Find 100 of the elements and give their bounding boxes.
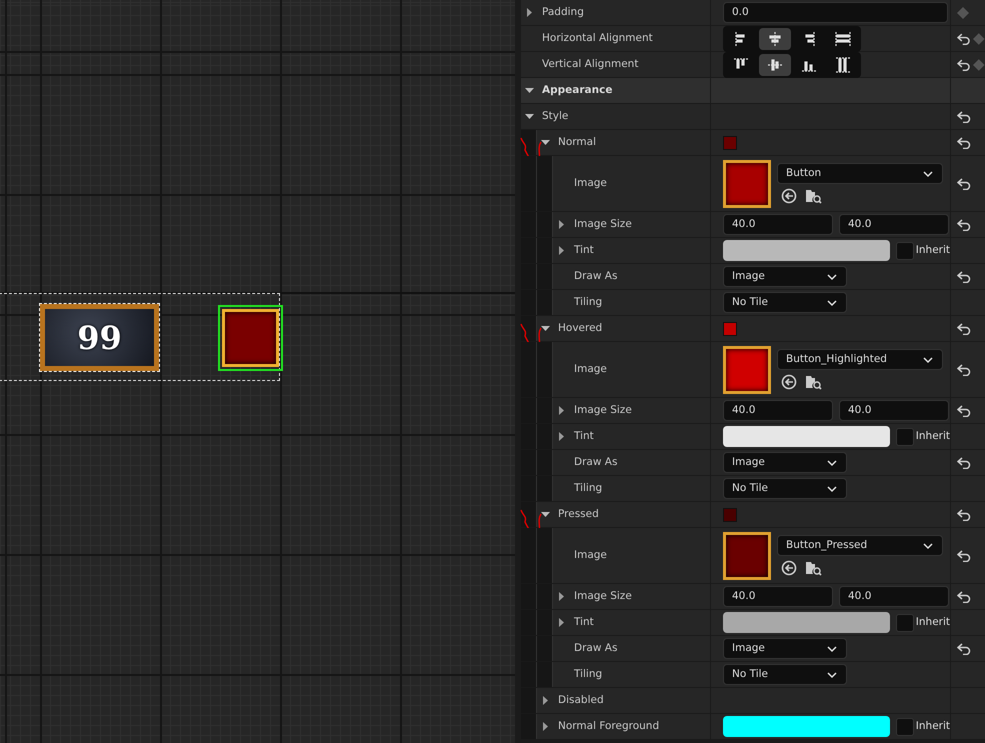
alignment-icon xyxy=(835,57,851,73)
padding-field[interactable]: 0.0 xyxy=(723,2,948,23)
property-label: Image Size xyxy=(573,588,632,604)
collapse-arrow-icon[interactable] xyxy=(540,138,550,147)
alignment-option-button[interactable] xyxy=(759,28,791,50)
collapse-arrow-icon[interactable] xyxy=(524,86,534,95)
inherit-checkbox[interactable] xyxy=(896,614,914,632)
value-dropdown[interactable]: Image xyxy=(723,452,847,473)
browse-folder-icon[interactable] xyxy=(805,560,822,576)
browse-folder-icon[interactable] xyxy=(805,188,822,204)
value-dropdown[interactable]: No Tile xyxy=(723,292,847,313)
color-bar[interactable] xyxy=(723,240,890,261)
asset-dropdown[interactable]: Button_Pressed xyxy=(777,535,943,556)
asset-dropdown[interactable]: Button xyxy=(777,163,943,184)
value-dropdown[interactable]: Image xyxy=(723,266,847,287)
property-label: Padding xyxy=(541,4,584,20)
reset-arrow-icon[interactable] xyxy=(957,508,971,520)
use-selected-icon[interactable] xyxy=(781,374,797,390)
chevron-down-icon xyxy=(826,272,838,282)
chevron-down-icon xyxy=(826,670,838,680)
property-label: Draw As xyxy=(573,268,618,284)
property-label: Tint xyxy=(573,242,594,258)
property-label: Image xyxy=(573,176,607,191)
property-label: Normal Foreground xyxy=(557,718,660,734)
alignment-icon xyxy=(767,57,783,73)
expand-arrow-icon[interactable] xyxy=(540,722,550,731)
number-field[interactable]: 40.0 xyxy=(723,400,833,421)
expand-arrow-icon[interactable] xyxy=(540,696,550,705)
number-field[interactable]: 40.0 xyxy=(839,214,949,235)
reset-arrow-icon[interactable] xyxy=(957,364,971,376)
chevron-down-icon xyxy=(826,458,838,468)
property-label: Style xyxy=(541,108,568,124)
expand-arrow-icon[interactable] xyxy=(556,592,566,601)
inherit-checkbox[interactable] xyxy=(896,718,914,736)
use-selected-icon[interactable] xyxy=(781,560,797,576)
category-header: Appearance xyxy=(541,82,612,98)
property-label: Vertical Alignment xyxy=(541,57,638,72)
collapse-arrow-icon[interactable] xyxy=(540,510,550,519)
chevron-down-icon xyxy=(922,354,934,364)
number-field[interactable]: 40.0 xyxy=(723,586,833,607)
reset-arrow-icon[interactable] xyxy=(957,178,971,190)
asset-dropdown[interactable]: Button_Highlighted xyxy=(777,349,943,370)
expand-arrow-icon[interactable] xyxy=(556,406,566,415)
number-field[interactable]: 40.0 xyxy=(839,586,949,607)
reset-arrow-icon[interactable] xyxy=(957,110,971,122)
value-dropdown[interactable]: No Tile xyxy=(723,664,847,685)
reset-arrow-icon[interactable] xyxy=(957,590,971,602)
expand-arrow-icon[interactable] xyxy=(556,246,566,255)
reset-arrow-icon[interactable] xyxy=(957,136,971,148)
expand-arrow-icon[interactable] xyxy=(524,8,534,17)
expand-arrow-icon[interactable] xyxy=(556,220,566,229)
number-field[interactable]: 40.0 xyxy=(723,214,833,235)
reset-arrow-icon[interactable] xyxy=(957,404,971,416)
inherit-checkbox[interactable] xyxy=(896,242,914,260)
chevron-down-icon xyxy=(922,540,934,550)
number-text-widget: 99 xyxy=(40,304,159,371)
property-label: Disabled xyxy=(557,692,604,708)
property-label: Hovered xyxy=(557,320,602,336)
color-bar[interactable] xyxy=(723,612,890,633)
value-dropdown[interactable]: No Tile xyxy=(723,478,847,499)
reset-arrow-icon[interactable] xyxy=(957,270,971,282)
property-label: Tiling xyxy=(573,666,602,682)
chevron-down-icon xyxy=(826,644,838,654)
expand-arrow-icon[interactable] xyxy=(556,432,566,441)
reset-arrow-icon[interactable] xyxy=(957,550,971,562)
property-label: Tiling xyxy=(573,480,602,496)
property-label: Image xyxy=(573,548,607,563)
property-label: Image Size xyxy=(573,216,632,232)
button-widget[interactable] xyxy=(218,305,283,371)
collapse-arrow-icon[interactable] xyxy=(540,324,550,333)
number-field[interactable]: 40.0 xyxy=(839,400,949,421)
property-label: Normal xyxy=(557,134,596,150)
inherit-label: Inherit xyxy=(916,718,950,734)
alignment-icon xyxy=(767,31,783,47)
inherit-checkbox[interactable] xyxy=(896,428,914,446)
collapse-arrow-icon[interactable] xyxy=(524,112,534,121)
browse-folder-icon[interactable] xyxy=(805,374,822,390)
reset-arrow-icon[interactable] xyxy=(957,218,971,230)
alignment-icon xyxy=(835,31,851,47)
inherit-label: Inherit xyxy=(916,428,950,444)
property-label: Draw As xyxy=(573,640,618,656)
value-dropdown[interactable]: Image xyxy=(723,638,847,659)
alignment-option-button[interactable] xyxy=(759,54,791,76)
color-bar[interactable] xyxy=(723,716,890,737)
chevron-down-icon xyxy=(826,298,838,308)
property-label: Tint xyxy=(573,428,594,444)
reset-arrow-icon[interactable] xyxy=(957,322,971,334)
reset-arrow-icon[interactable] xyxy=(957,456,971,468)
reset-arrow-icon[interactable] xyxy=(957,33,970,45)
chevron-down-icon xyxy=(826,484,838,494)
property-label: Draw As xyxy=(573,454,618,470)
use-selected-icon[interactable] xyxy=(781,188,797,204)
reset-arrow-icon[interactable] xyxy=(957,59,970,71)
property-label: Tiling xyxy=(573,294,602,310)
inherit-label: Inherit xyxy=(916,614,950,630)
expand-arrow-icon[interactable] xyxy=(556,618,566,627)
property-label: Image xyxy=(573,362,607,377)
property-label: Tint xyxy=(573,614,594,630)
color-bar[interactable] xyxy=(723,426,890,447)
reset-arrow-icon[interactable] xyxy=(957,642,971,654)
